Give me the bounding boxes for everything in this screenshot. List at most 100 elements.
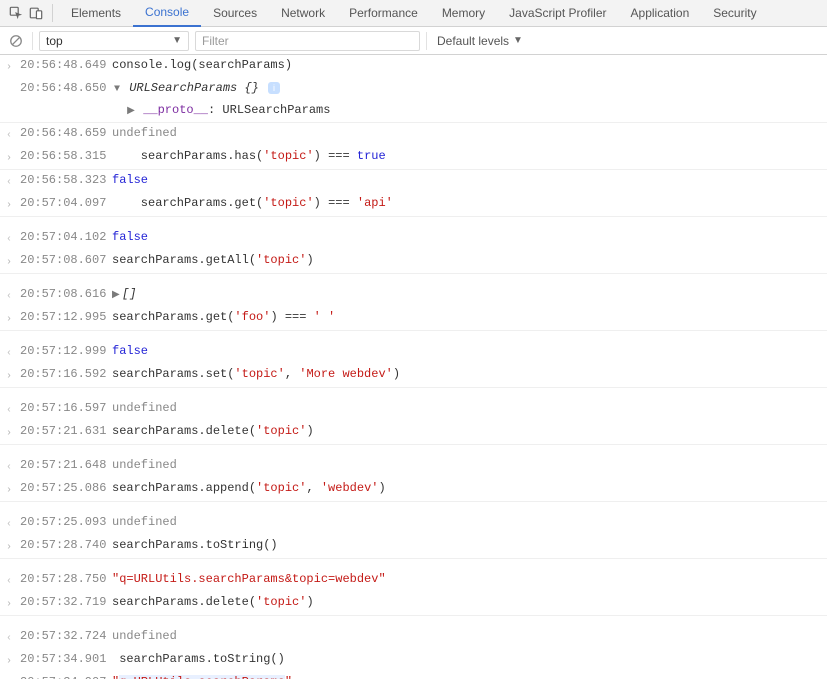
timestamp: 20:57:25.086 (20, 478, 112, 498)
timestamp: 20:56:58.323 (20, 170, 112, 190)
console-input-row[interactable]: 20:57:16.592searchParams.set('topic', 'M… (0, 364, 827, 388)
input-chevron-icon (6, 250, 20, 273)
console-input-row[interactable]: 20:57:25.086searchParams.append('topic',… (0, 478, 827, 502)
timestamp: 20:56:48.650 (20, 78, 112, 98)
toolbar-divider (32, 32, 33, 50)
timestamp: 20:57:32.719 (20, 592, 112, 612)
console-input-row[interactable]: 20:56:58.315 searchParams.has('topic') =… (0, 146, 827, 170)
timestamp: 20:57:25.093 (20, 512, 112, 532)
tab-elements[interactable]: Elements (59, 0, 133, 27)
console-output-row[interactable]: 20:57:28.750"q=URLUtils.searchParams&top… (0, 569, 827, 592)
object-expander-icon[interactable]: ▼ (112, 80, 122, 100)
timestamp: 20:56:58.315 (20, 146, 112, 166)
console-input-row[interactable]: 20:57:28.740searchParams.toString() (0, 535, 827, 559)
filter-input[interactable] (195, 31, 420, 51)
timestamp: 20:57:28.740 (20, 535, 112, 555)
output-chevron-icon (6, 512, 20, 535)
console-output-row[interactable]: 20:56:58.323false (0, 170, 827, 193)
tab-performance[interactable]: Performance (337, 0, 430, 27)
console-message-text: searchParams.append('topic', 'webdev') (112, 478, 821, 498)
devtools-tabbar: ElementsConsoleSourcesNetworkPerformance… (0, 0, 827, 27)
timestamp: 20:56:48.649 (20, 55, 112, 75)
console-spacer (0, 559, 827, 569)
console-output-row[interactable]: 20:57:08.616▶ [] (0, 284, 827, 307)
console-message-text: ▶ [] (112, 284, 821, 306)
input-chevron-icon (6, 193, 20, 216)
output-chevron-icon (6, 284, 20, 307)
console-input-row[interactable]: 20:56:48.649console.log(searchParams) (0, 55, 827, 78)
console-spacer (0, 331, 827, 341)
output-chevron-icon (6, 626, 20, 649)
input-chevron-icon (6, 649, 20, 672)
console-message-text: ▼ URLSearchParams {} i▶ __proto__: URLSe… (112, 78, 821, 122)
console-message-text: searchParams.delete('topic') (112, 592, 821, 612)
console-output-row[interactable]: 20:57:34.907"q=URLUtils.searchParams" (0, 672, 827, 679)
console-input-row[interactable]: 20:57:08.607searchParams.getAll('topic') (0, 250, 827, 274)
console-output-row[interactable]: 20:57:04.102false (0, 227, 827, 250)
console-message-text: searchParams.has('topic') === true (112, 146, 821, 166)
console-message-text: searchParams.get('topic') === 'api' (112, 193, 821, 213)
clear-console-icon[interactable] (6, 31, 26, 51)
console-message-text: false (112, 170, 821, 190)
console-spacer (0, 616, 827, 626)
console-message-text: "q=URLUtils.searchParams&topic=webdev" (112, 569, 821, 589)
timestamp: 20:57:21.631 (20, 421, 112, 441)
console-message-text: "q=URLUtils.searchParams" (112, 672, 821, 679)
device-toolbar-icon[interactable] (26, 3, 46, 23)
console-input-row[interactable]: 20:57:04.097 searchParams.get('topic') =… (0, 193, 827, 217)
console-output-row[interactable]: 20:57:21.648undefined (0, 455, 827, 478)
output-chevron-icon (6, 227, 20, 250)
console-message-text: console.log(searchParams) (112, 55, 821, 75)
log-level-select[interactable]: Default levels ▼ (433, 34, 527, 48)
console-log-area[interactable]: 20:56:48.649console.log(searchParams)20:… (0, 55, 827, 679)
console-output-row[interactable]: 20:57:25.093undefined (0, 512, 827, 535)
row-gutter (6, 78, 20, 81)
tab-network[interactable]: Network (269, 0, 337, 27)
log-level-label: Default levels (437, 34, 509, 48)
tab-security[interactable]: Security (701, 0, 768, 27)
input-chevron-icon (6, 592, 20, 615)
console-output-row[interactable]: 20:57:16.597undefined (0, 398, 827, 421)
console-message-text: searchParams.get('foo') === ' ' (112, 307, 821, 327)
tab-javascript-profiler[interactable]: JavaScript Profiler (497, 0, 618, 27)
info-badge-icon[interactable]: i (268, 82, 280, 94)
execution-context-label: top (46, 34, 63, 48)
console-spacer (0, 445, 827, 455)
inspect-icon[interactable] (6, 3, 26, 23)
timestamp: 20:57:04.102 (20, 227, 112, 247)
console-message-text: false (112, 227, 821, 247)
console-output-row[interactable]: 20:56:48.659undefined (0, 123, 827, 146)
console-output-row[interactable]: 20:57:32.724undefined (0, 626, 827, 649)
chevron-down-icon: ▼ (172, 35, 182, 46)
output-chevron-icon (6, 455, 20, 478)
input-chevron-icon (6, 535, 20, 558)
console-message-text: undefined (112, 398, 821, 418)
tab-application[interactable]: Application (619, 0, 702, 27)
console-message-text: searchParams.toString() (112, 535, 821, 555)
tab-sources[interactable]: Sources (201, 0, 269, 27)
console-message-text: searchParams.delete('topic') (112, 421, 821, 441)
tab-console[interactable]: Console (133, 0, 201, 27)
timestamp: 20:57:12.999 (20, 341, 112, 361)
output-chevron-icon (6, 341, 20, 364)
console-message-text: false (112, 341, 821, 361)
console-input-row[interactable]: 20:57:21.631searchParams.delete('topic') (0, 421, 827, 445)
console-message-text: undefined (112, 512, 821, 532)
input-chevron-icon (6, 146, 20, 169)
console-input-row[interactable]: 20:57:32.719searchParams.delete('topic') (0, 592, 827, 616)
console-spacer (0, 217, 827, 227)
output-chevron-icon (6, 398, 20, 421)
tab-memory[interactable]: Memory (430, 0, 497, 27)
console-object-row[interactable]: 20:56:48.650▼ URLSearchParams {} i▶ __pr… (0, 78, 827, 123)
object-expander-icon[interactable]: ▶ (126, 102, 136, 122)
console-input-row[interactable]: 20:57:12.995searchParams.get('foo') === … (0, 307, 827, 331)
console-message-text: undefined (112, 455, 821, 475)
console-input-row[interactable]: 20:57:34.901 searchParams.toString() (0, 649, 827, 672)
execution-context-select[interactable]: top ▼ (39, 31, 189, 51)
tabbar-divider (52, 4, 53, 22)
timestamp: 20:57:04.097 (20, 193, 112, 213)
timestamp: 20:56:48.659 (20, 123, 112, 143)
timestamp: 20:57:32.724 (20, 626, 112, 646)
timestamp: 20:57:28.750 (20, 569, 112, 589)
console-output-row[interactable]: 20:57:12.999false (0, 341, 827, 364)
